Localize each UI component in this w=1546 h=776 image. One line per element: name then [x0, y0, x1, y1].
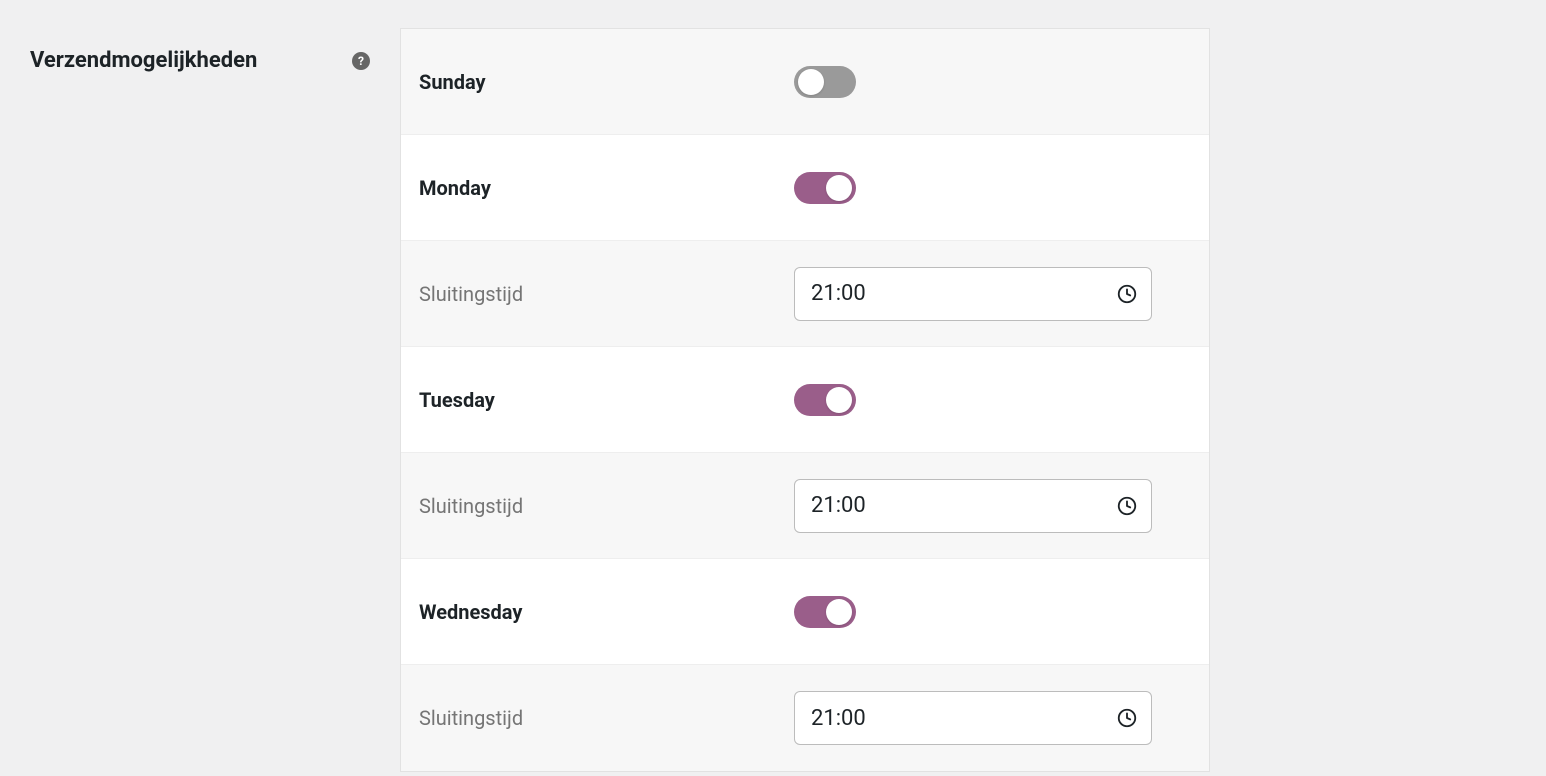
day-label: Tuesday	[419, 388, 794, 412]
toggle-monday[interactable]	[794, 172, 856, 204]
time-input-wrapper	[794, 267, 1152, 321]
day-label: Wednesday	[419, 600, 794, 624]
closing-time-row-monday: Sluitingstijd	[401, 241, 1209, 347]
days-panel: Sunday Monday Sluitingstijd	[400, 28, 1210, 772]
day-toggle-control	[794, 66, 856, 98]
closing-time-label: Sluitingstijd	[419, 706, 794, 730]
toggle-knob	[798, 69, 824, 95]
toggle-sunday[interactable]	[794, 66, 856, 98]
day-label: Monday	[419, 176, 794, 200]
day-row-monday: Monday	[401, 135, 1209, 241]
closing-time-row-wednesday: Sluitingstijd	[401, 665, 1209, 771]
closing-time-label: Sluitingstijd	[419, 282, 794, 306]
toggle-knob	[826, 599, 852, 625]
day-row-wednesday: Wednesday	[401, 559, 1209, 665]
day-toggle-control	[794, 384, 856, 416]
section-title: Verzendmogelijkheden	[30, 48, 257, 73]
closing-time-label: Sluitingstijd	[419, 494, 794, 518]
time-input-wrapper	[794, 479, 1152, 533]
toggle-tuesday[interactable]	[794, 384, 856, 416]
closing-time-input-wednesday[interactable]	[794, 691, 1152, 745]
closing-time-input-monday[interactable]	[794, 267, 1152, 321]
day-toggle-control	[794, 596, 856, 628]
time-input-wrapper	[794, 691, 1152, 745]
closing-time-row-tuesday: Sluitingstijd	[401, 453, 1209, 559]
closing-time-input-tuesday[interactable]	[794, 479, 1152, 533]
settings-wrapper: Verzendmogelijkheden ? Sunday Monday Slu…	[0, 0, 1546, 772]
day-label: Sunday	[419, 70, 794, 94]
help-icon[interactable]: ?	[352, 52, 370, 70]
day-toggle-control	[794, 172, 856, 204]
toggle-knob	[826, 175, 852, 201]
section-label-column: Verzendmogelijkheden ?	[0, 0, 400, 772]
toggle-wednesday[interactable]	[794, 596, 856, 628]
day-row-tuesday: Tuesday	[401, 347, 1209, 453]
toggle-knob	[826, 387, 852, 413]
day-row-sunday: Sunday	[401, 29, 1209, 135]
